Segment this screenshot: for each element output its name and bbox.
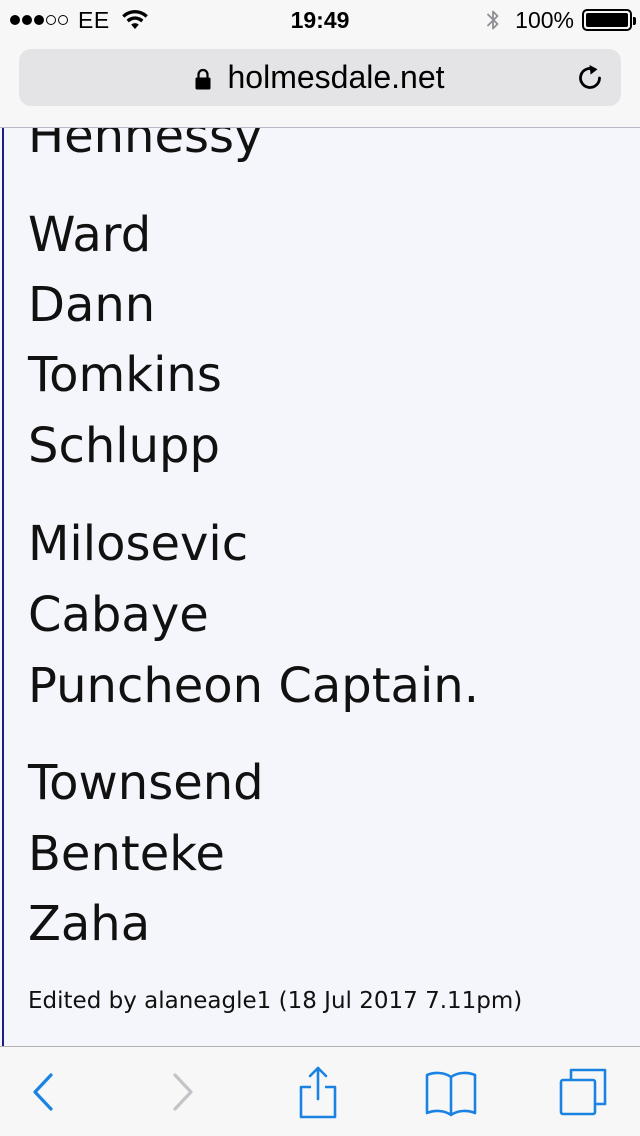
tabs-button[interactable] — [556, 1065, 610, 1119]
tabs-icon — [559, 1068, 607, 1116]
team-line: Schlupp — [28, 418, 220, 474]
back-icon — [33, 1073, 53, 1111]
reload-icon[interactable] — [575, 63, 605, 93]
bottom-toolbar — [0, 1046, 640, 1136]
bluetooth-icon — [487, 10, 499, 30]
share-icon — [299, 1066, 337, 1119]
share-button[interactable] — [291, 1065, 345, 1119]
address-bar[interactable]: holmesdale.net — [19, 49, 621, 106]
forward-button[interactable] — [156, 1065, 210, 1119]
bookmarks-icon — [425, 1071, 477, 1117]
team-line: Benteke — [28, 826, 225, 882]
team-line: Cabaye — [28, 587, 209, 643]
team-line: Ward — [28, 207, 152, 263]
team-line: Tomkins — [28, 347, 222, 403]
back-button[interactable] — [16, 1065, 70, 1119]
team-line: Hennessy — [28, 128, 263, 164]
post-content: Hennessy Ward Dann Tomkins Schlupp Milos… — [0, 128, 640, 1046]
team-line: Milosevic — [28, 516, 249, 572]
team-line: Dann — [28, 277, 156, 333]
bookmarks-button[interactable] — [424, 1065, 478, 1119]
team-line: Puncheon Captain. — [28, 658, 479, 714]
team-line: Zaha — [28, 896, 151, 952]
lock-icon — [195, 68, 211, 89]
browser-header: holmesdale.net — [0, 40, 640, 128]
quote-border — [2, 128, 4, 1046]
team-line: Townsend — [28, 755, 264, 811]
edited-note: Edited by alaneagle1 (18 Jul 2017 7.11pm… — [28, 988, 523, 1014]
battery-icon — [582, 9, 636, 31]
url-domain: holmesdale.net — [227, 59, 445, 95]
battery-percentage: 100% — [515, 6, 574, 33]
forward-icon — [173, 1073, 193, 1111]
status-right: 100% — [485, 6, 636, 33]
status-bar: EE 19:49 100% — [0, 0, 640, 40]
